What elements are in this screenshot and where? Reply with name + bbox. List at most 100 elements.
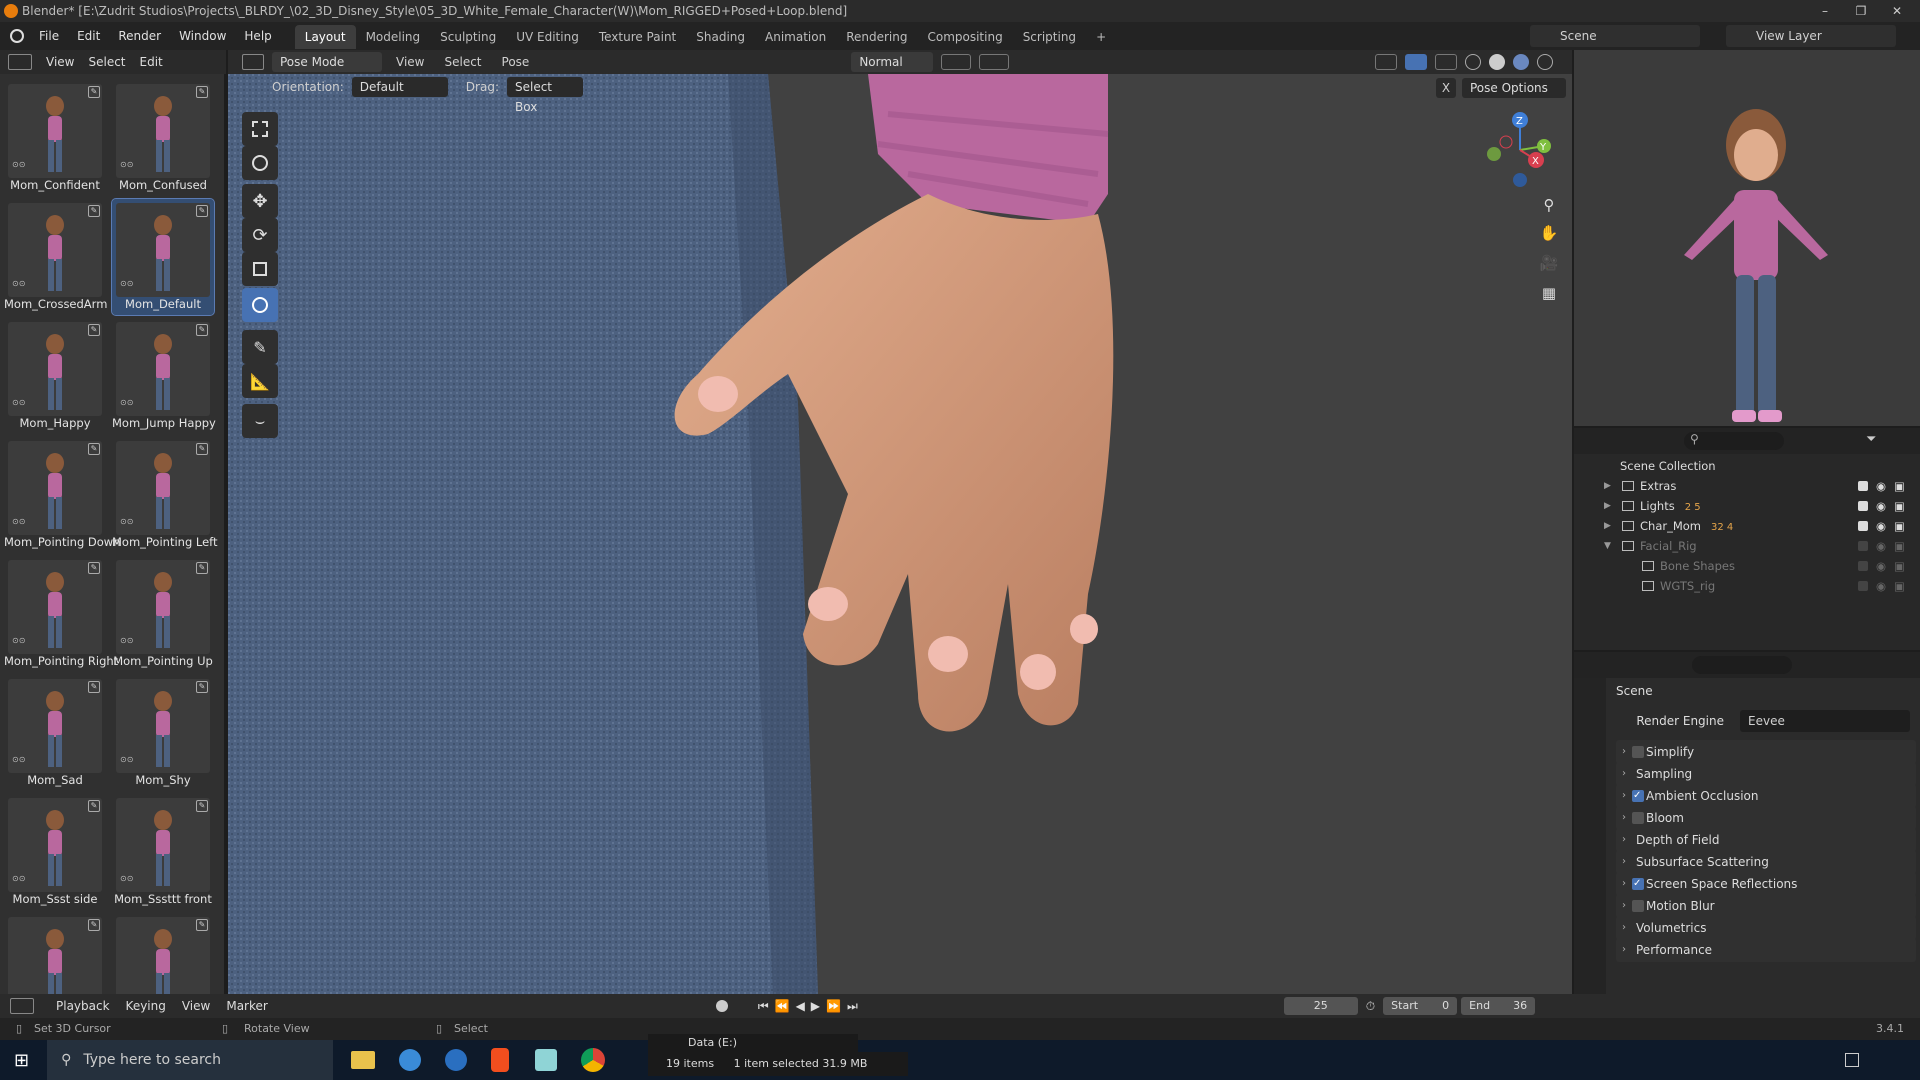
drag-dropdown[interactable]: Select Box [506,77,583,114]
panel-expand-arrow-icon[interactable]: › [1622,916,1626,940]
fake-user-icon[interactable]: ⊙⊙ [120,279,133,288]
asset-menu-edit[interactable]: Edit [140,55,163,69]
outliner-row[interactable]: ▶ Extras ◉ ▣ [1574,476,1920,496]
edit-asset-icon[interactable]: ✎ [88,86,100,98]
overlay-icon[interactable] [1435,54,1458,70]
properties-panel[interactable]: › Motion Blur [1616,894,1916,918]
edit-asset-icon[interactable]: ✎ [196,681,208,693]
tab-layout[interactable]: Layout [294,25,356,49]
panel-enable-checkbox[interactable] [1632,812,1644,824]
asset-tile[interactable]: ✎ ⊙⊙ Mom_Happy [4,318,106,434]
eye-icon[interactable]: ◉ [1876,556,1886,576]
exclude-checkbox[interactable] [1858,501,1868,511]
tab-texture-paint[interactable]: Texture Paint [589,25,686,49]
transform-tool[interactable] [242,288,278,322]
figma-icon[interactable] [491,1048,510,1072]
pivot-icon[interactable] [941,54,972,70]
mirror-x-toggle[interactable]: X [1436,78,1456,98]
asset-tile[interactable]: ✎ ⊙⊙ Mom_Jump Happy [112,318,216,434]
scene-selector[interactable]: Scene [1530,25,1700,47]
asset-tile[interactable]: ✎ ⊙⊙ Mom_Sssttt front [112,794,214,910]
camera-icon[interactable]: ▣ [1894,476,1905,496]
editor-type-icon[interactable] [10,998,34,1014]
current-frame-field[interactable]: 25 [1283,997,1358,1015]
fake-user-icon[interactable]: ⊙⊙ [120,874,133,883]
properties-panel[interactable]: › Ambient Occlusion [1616,784,1916,808]
editor-type-icon[interactable] [8,54,32,70]
edit-asset-icon[interactable]: ✎ [196,800,208,812]
expand-arrow-icon[interactable]: ▶ [1604,476,1611,496]
asset-tile[interactable]: ✎ ⊙⊙ Mom_Default [111,198,215,316]
panel-expand-arrow-icon[interactable]: › [1622,872,1626,896]
select-box-tool[interactable] [242,112,278,146]
asset-tile[interactable]: ✎ ⊙⊙ Mom_Pointing Left [112,437,218,553]
windows-start-icon[interactable]: ⊞ [14,1050,29,1071]
exclude-checkbox[interactable] [1858,581,1868,591]
fake-user-icon[interactable]: ⊙⊙ [120,160,133,169]
editor-type-icon[interactable] [242,54,264,70]
fake-user-icon[interactable]: ⊙⊙ [120,636,133,645]
visibility-icon[interactable] [1375,54,1398,70]
asset-menu-view[interactable]: View [46,55,74,69]
relax-pose-tool[interactable]: ⌣ [242,404,278,438]
panel-expand-arrow-icon[interactable]: › [1622,784,1626,808]
edit-asset-icon[interactable]: ✎ [196,443,208,455]
menu-edit[interactable]: Edit [68,22,109,50]
menu-window[interactable]: Window [170,22,235,50]
panel-enable-checkbox[interactable] [1632,872,1644,896]
asset-tile[interactable]: ✎⊙⊙ [112,913,214,994]
close-button[interactable]: ✕ [1874,0,1920,22]
timeline-menu-marker[interactable]: Marker [218,999,275,1013]
solid-shading-icon[interactable] [1489,54,1506,70]
properties-panel[interactable]: › Depth of Field [1616,828,1916,852]
asset-tile[interactable]: ✎ ⊙⊙ Mom_Pointing Down [4,437,121,553]
file-explorer-icon[interactable] [351,1051,376,1069]
measure-tool[interactable]: 📐 [242,364,278,398]
edit-asset-icon[interactable]: ✎ [88,681,100,693]
panel-expand-arrow-icon[interactable]: › [1622,806,1626,830]
properties-panel[interactable]: › Volumetrics [1616,916,1916,940]
exclude-checkbox[interactable] [1858,561,1868,571]
asset-tile[interactable]: ✎ ⊙⊙ Mom_Pointing Right [4,556,118,672]
fake-user-icon[interactable]: ⊙⊙ [12,874,25,883]
timeline-menu-playback[interactable]: Playback [48,999,118,1013]
viewport-menu-select[interactable]: Select [438,55,487,69]
edit-asset-icon[interactable]: ✎ [88,562,100,574]
zoom-icon[interactable]: ⚲ [1538,196,1560,218]
fake-user-icon[interactable]: ⊙⊙ [120,517,133,526]
record-icon[interactable] [715,1000,728,1012]
fake-user-icon[interactable]: ⊙⊙ [12,755,25,764]
eye-icon[interactable]: ◉ [1876,576,1886,596]
gizmo-toggle-icon[interactable] [1405,54,1428,70]
eye-icon[interactable]: ◉ [1876,476,1886,496]
rendered-shading-icon[interactable] [1537,54,1554,70]
app-icon[interactable] [399,1049,422,1071]
asset-tile[interactable]: ✎ ⊙⊙ Mom_Sad [4,675,106,791]
tab-rendering[interactable]: Rendering [836,25,917,49]
tab-shading[interactable]: Shading [686,25,755,49]
asset-tile[interactable]: ✎ ⊙⊙ Mom_CrossedArm [4,199,107,315]
tab-modeling[interactable]: Modeling [356,25,431,49]
tab-animation[interactable]: Animation [755,25,836,49]
properties-panel[interactable]: › Bloom [1616,806,1916,830]
timeline-menu-keying[interactable]: Keying [118,999,174,1013]
edit-asset-icon[interactable]: ✎ [196,919,208,931]
asset-tile[interactable]: ✎ ⊙⊙ Mom_Shy [112,675,214,791]
pose-options-dropdown[interactable]: Pose Options [1462,78,1566,98]
camera-icon[interactable]: ▣ [1894,516,1905,536]
annotate-tool[interactable]: ✎ [242,330,278,364]
outliner-row[interactable]: Bone Shapes ◉ ▣ [1574,556,1920,576]
fake-user-icon[interactable]: ⊙⊙ [12,160,25,169]
fake-user-icon[interactable]: ⊙⊙ [120,398,133,407]
view-layer-selector[interactable]: View Layer [1726,25,1896,47]
menu-help[interactable]: Help [235,22,280,50]
properties-panel[interactable]: › Subsurface Scattering [1616,850,1916,874]
camera-icon[interactable]: ▣ [1894,496,1905,516]
edit-asset-icon[interactable]: ✎ [88,324,100,336]
camera-icon[interactable]: ▣ [1894,576,1905,596]
cursor-tool[interactable] [242,146,278,180]
fake-user-icon[interactable]: ⊙⊙ [12,636,25,645]
start-frame-field[interactable]: Start 0 [1383,997,1458,1015]
properties-panel[interactable]: › Sampling [1616,762,1916,786]
fake-user-icon[interactable]: ⊙⊙ [12,398,25,407]
